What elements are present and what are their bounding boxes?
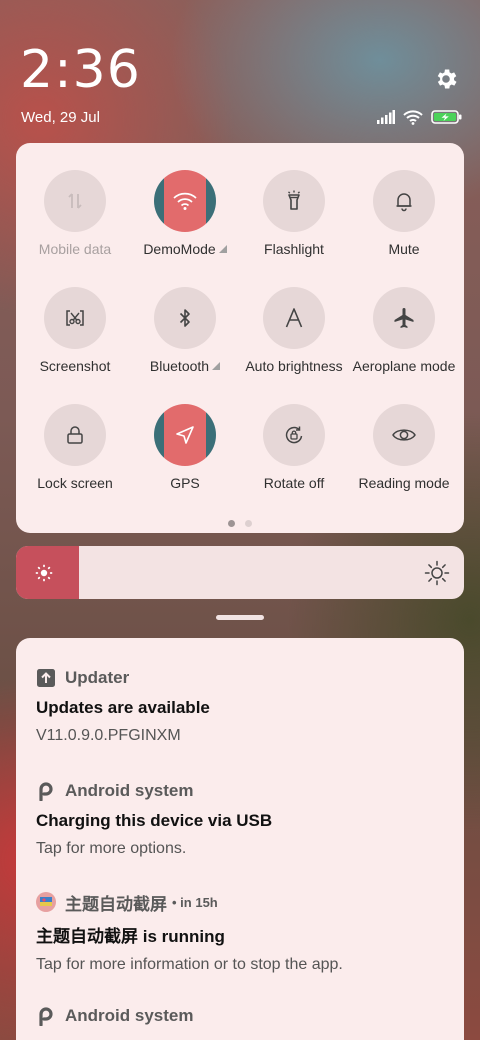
- tile-auto-brightness[interactable]: Auto brightness: [239, 287, 349, 397]
- rotate-lock-icon: [285, 426, 303, 444]
- page-indicator: [16, 520, 464, 527]
- battery-charging-icon: [431, 110, 462, 124]
- notification-panel: Updater Updates are available V11.0.9.0.…: [16, 638, 464, 1040]
- gear-icon[interactable]: [433, 66, 459, 92]
- android-system-icon: [36, 1006, 56, 1026]
- lock-icon: [67, 426, 83, 444]
- notification-body: V11.0.9.0.PFGINXM: [36, 727, 181, 744]
- bell-icon: [396, 193, 412, 212]
- notification-body: Tap for more information or to stop the …: [36, 956, 343, 973]
- tile-label: Auto brightness: [245, 358, 343, 374]
- expand-caret-icon[interactable]: [218, 245, 227, 253]
- notification-usb-charging[interactable]: Android system Charging this device via …: [36, 781, 456, 858]
- tile-label: Rotate off: [263, 475, 325, 491]
- expand-caret-icon[interactable]: [212, 362, 221, 370]
- quick-settings-panel: Mobile data DemoMode Flashlight Mute Scr…: [16, 143, 464, 533]
- android-system-icon: [36, 781, 56, 801]
- notification-android-system[interactable]: Android system: [36, 1006, 456, 1026]
- notification-title: 主题自动截屏 is running: [36, 927, 225, 946]
- bluetooth-icon: [179, 309, 190, 327]
- signal-icon: [377, 110, 395, 124]
- tile-demo-mode[interactable]: DemoMode: [130, 170, 240, 280]
- tile-label: Screenshot: [39, 358, 111, 374]
- tile-mute[interactable]: Mute: [349, 170, 459, 280]
- brightness-slider[interactable]: [16, 546, 464, 599]
- tile-label: Reading mode: [358, 475, 450, 491]
- tile-flashlight[interactable]: Flashlight: [239, 170, 349, 280]
- clock[interactable]: 2:36: [20, 40, 141, 100]
- app-name: 主题自动截屏: [65, 894, 167, 914]
- tile-mobile-data-button[interactable]: [44, 170, 106, 232]
- notification-app-running[interactable]: 主题自动截屏 • in 15h 主题自动截屏 is running Tap fo…: [36, 892, 456, 974]
- tile-reading-mode-button[interactable]: [373, 404, 435, 466]
- tile-lock-screen[interactable]: Lock screen: [20, 404, 130, 514]
- tile-gps-button[interactable]: [154, 404, 216, 466]
- page-dot-active: [228, 520, 235, 527]
- flashlight-icon: [287, 190, 301, 210]
- wifi-icon: [173, 192, 197, 210]
- tile-aeroplane-mode-button[interactable]: [373, 287, 435, 349]
- notification-body: Tap for more options.: [36, 840, 187, 857]
- location-arrow-icon: [176, 426, 194, 444]
- tile-demo-mode-button[interactable]: [154, 170, 216, 232]
- notification-updater[interactable]: Updater Updates are available V11.0.9.0.…: [36, 668, 456, 745]
- mobile-data-icon: [68, 193, 82, 209]
- app-name: Updater: [65, 668, 130, 687]
- tile-rotate-off-button[interactable]: [263, 404, 325, 466]
- tile-lock-screen-button[interactable]: [44, 404, 106, 466]
- page-dot: [245, 520, 252, 527]
- tile-label: DemoMode: [143, 241, 216, 257]
- app-name: Android system: [65, 1006, 194, 1025]
- brightness-high-icon: [424, 560, 450, 586]
- app-thumbnail-icon: [36, 892, 56, 912]
- airplane-icon: [394, 308, 414, 328]
- notification-title: Charging this device via USB: [36, 811, 273, 830]
- tile-bluetooth-button[interactable]: [154, 287, 216, 349]
- tile-mobile-data[interactable]: Mobile data: [20, 170, 130, 280]
- tile-label: Lock screen: [37, 475, 113, 491]
- eye-icon: [392, 429, 416, 441]
- tile-gps[interactable]: GPS: [130, 404, 240, 514]
- tile-screenshot[interactable]: Screenshot: [20, 287, 130, 397]
- auto-brightness-icon: [285, 308, 303, 328]
- status-icons: [377, 108, 462, 126]
- notification-time: in 15h: [180, 894, 218, 910]
- tile-screenshot-button[interactable]: [44, 287, 106, 349]
- drag-handle[interactable]: [216, 615, 264, 620]
- notification-title: Updates are available: [36, 698, 210, 717]
- tile-label: Flashlight: [264, 241, 324, 257]
- tile-flashlight-button[interactable]: [263, 170, 325, 232]
- date-label[interactable]: Wed, 29 Jul: [21, 109, 100, 126]
- app-name: Android system: [65, 781, 194, 800]
- tile-aeroplane-mode[interactable]: Aeroplane mode: [349, 287, 459, 397]
- tile-mute-button[interactable]: [373, 170, 435, 232]
- screenshot-icon: [66, 310, 84, 326]
- tile-label: Mobile data: [38, 241, 112, 257]
- tile-auto-brightness-button[interactable]: [263, 287, 325, 349]
- tile-label: Bluetooth: [149, 358, 210, 374]
- update-arrow-icon: [36, 668, 56, 688]
- tile-label: Mute: [388, 241, 420, 257]
- tile-label: GPS: [170, 475, 200, 491]
- tile-bluetooth[interactable]: Bluetooth: [130, 287, 240, 397]
- brightness-low-icon: [35, 564, 53, 582]
- wifi-icon: [403, 109, 423, 125]
- tile-reading-mode[interactable]: Reading mode: [349, 404, 459, 514]
- tile-rotate-off[interactable]: Rotate off: [239, 404, 349, 514]
- tile-label: Aeroplane mode: [352, 358, 456, 374]
